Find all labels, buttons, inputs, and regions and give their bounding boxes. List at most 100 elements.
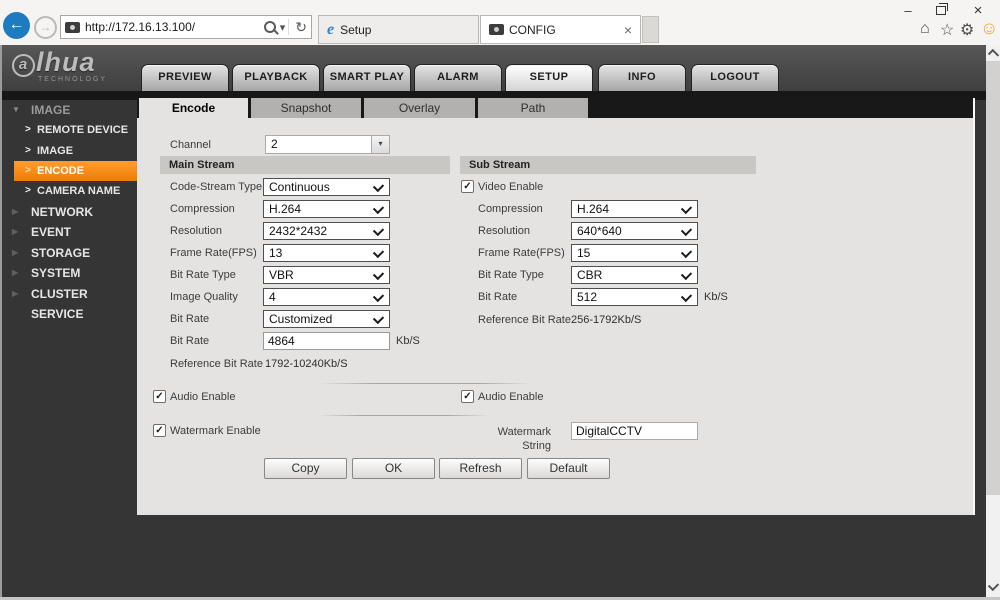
sidebar-label: STORAGE (31, 243, 90, 263)
refresh-icon[interactable]: ↻ (295, 19, 307, 36)
sidebar-item-image[interactable]: > IMAGE (0, 141, 137, 161)
encode-settings-panel: Encode Snapshot Overlay Path Channel 2 ▾… (137, 98, 975, 515)
audio-enable-sub-checkbox[interactable]: ✓ (461, 390, 474, 403)
sub-compression-select[interactable]: H.264 (571, 200, 698, 218)
sidebar-item-encode-selected[interactable]: > ENCODE (14, 161, 137, 181)
vertical-scrollbar[interactable] (986, 45, 1000, 597)
camera-favicon-icon (65, 22, 80, 33)
url-text[interactable]: http://172.16.13.100/ (85, 20, 260, 34)
sidebar-group-image[interactable]: ▼ IMAGE (0, 100, 137, 120)
sidebar-label: NETWORK (31, 202, 93, 222)
video-enable-checkbox[interactable]: ✓ (461, 180, 474, 193)
bit-rate-mode-select[interactable]: Customized (263, 310, 390, 328)
tab-snapshot[interactable]: Snapshot (251, 98, 361, 118)
nav-logout-button[interactable]: LOGOUT (691, 64, 779, 91)
channel-select[interactable]: 2 ▾ (265, 135, 390, 154)
chevron-down-icon (681, 225, 692, 236)
sub-frame-rate-select[interactable]: 15 (571, 244, 698, 262)
check-icon: ✓ (463, 391, 471, 402)
sidebar-group-cluster-service[interactable]: ▶ CLUSTER SERVICE (0, 284, 137, 304)
divider (320, 383, 532, 384)
chevron-down-icon (681, 269, 692, 280)
channel-label: Channel (170, 136, 211, 154)
code-stream-type-select[interactable]: Continuous (263, 178, 390, 196)
image-quality-label: Image Quality (170, 288, 238, 306)
chevron-down-icon (373, 225, 384, 236)
logo-tagline: TECHNOLOGY (38, 76, 107, 83)
favorites-star-icon[interactable]: ☆ (940, 20, 954, 40)
sidebar-group-system[interactable]: ▶ SYSTEM (0, 263, 137, 283)
resolution-select[interactable]: 2432*2432 (263, 222, 390, 240)
nav-info-button[interactable]: INFO (598, 64, 686, 91)
chevron-right-icon: > (25, 181, 31, 201)
window-minimize-button[interactable]: – (897, 3, 919, 19)
sub-bit-rate-unit: Kb/S (704, 288, 728, 306)
sub-reference-bit-rate-value: 256-1792Kb/S (571, 311, 641, 329)
triangle-right-icon: ▶ (12, 202, 18, 222)
chevron-right-icon: > (25, 161, 31, 181)
compression-select[interactable]: H.264 (263, 200, 390, 218)
triangle-right-icon: ▶ (12, 222, 18, 242)
sidebar-group-event[interactable]: ▶ EVENT (0, 222, 137, 242)
scroll-down-icon[interactable] (988, 580, 999, 591)
browser-forward-button[interactable]: → (34, 16, 57, 39)
browser-back-button[interactable]: ← (3, 12, 30, 39)
sidebar-label: CLUSTER SERVICE (31, 284, 137, 324)
image-quality-select[interactable]: 4 (263, 288, 390, 306)
watermark-string-input[interactable] (571, 422, 698, 440)
sub-bit-rate-type-select[interactable]: CBR (571, 266, 698, 284)
audio-enable-main-checkbox[interactable]: ✓ (153, 390, 166, 403)
tab-encode[interactable]: Encode (139, 98, 248, 118)
sub-resolution-select[interactable]: 640*640 (571, 222, 698, 240)
sidebar-item-camera-name[interactable]: > CAMERA NAME (0, 181, 137, 201)
sub-bit-rate-select[interactable]: 512 (571, 288, 698, 306)
scrollbar-thumb[interactable] (986, 61, 1000, 495)
watermark-enable-checkbox[interactable]: ✓ (153, 424, 166, 437)
frame-rate-select[interactable]: 13 (263, 244, 390, 262)
reference-bit-rate-value: 1792-10240Kb/S (265, 355, 348, 373)
new-tab-stub[interactable] (642, 16, 659, 43)
browser-tab-config[interactable]: CONFIG × (480, 15, 641, 44)
watermark-string-label: Watermark String (467, 425, 551, 439)
bit-rate-type-select[interactable]: VBR (263, 266, 390, 284)
dropdown-arrow-icon[interactable]: ▾ (371, 136, 389, 153)
window-edge (0, 45, 2, 597)
window-close-button[interactable]: × (967, 3, 989, 19)
content-tabstrip: Encode Snapshot Overlay Path (137, 98, 973, 118)
home-icon[interactable]: ⌂ (920, 20, 930, 38)
sidebar-group-storage[interactable]: ▶ STORAGE (0, 243, 137, 263)
reference-bit-rate-label: Reference Bit Rate (170, 355, 263, 373)
nav-preview-button[interactable]: PREVIEW (141, 64, 229, 91)
chevron-down-icon (681, 203, 692, 214)
bit-rate-input[interactable] (263, 332, 390, 350)
nav-playback-button[interactable]: PLAYBACK (232, 64, 320, 91)
settings-gear-icon[interactable]: ⚙ (960, 20, 974, 40)
address-bar[interactable]: http://172.16.13.100/ ▾ ↻ (60, 15, 312, 39)
default-button[interactable]: Default (527, 458, 610, 479)
chevron-down-icon (373, 313, 384, 324)
copy-button[interactable]: Copy (264, 458, 347, 479)
chevron-down-icon (681, 291, 692, 302)
window-restore-button[interactable] (936, 6, 946, 15)
nav-setup-button[interactable]: SETUP (505, 64, 593, 91)
browser-tab-label: CONFIG (509, 23, 556, 37)
channel-value: 2 (271, 137, 278, 151)
refresh-button[interactable]: Refresh (439, 458, 522, 479)
chevron-right-icon: > (25, 120, 31, 140)
feedback-smiley-icon[interactable]: ☺ (980, 18, 998, 39)
tab-overlay[interactable]: Overlay (364, 98, 475, 118)
nav-alarm-button[interactable]: ALARM (414, 64, 502, 91)
bit-rate-type-label: Bit Rate Type (170, 266, 236, 284)
search-dropdown-icon[interactable]: ▾ (280, 21, 286, 34)
nav-smart-play-button[interactable]: SMART PLAY (323, 64, 411, 91)
scroll-up-icon[interactable] (988, 49, 999, 60)
ok-button[interactable]: OK (352, 458, 435, 479)
sidebar-item-remote-device[interactable]: > REMOTE DEVICE (0, 120, 137, 140)
check-icon: ✓ (463, 181, 471, 192)
browser-tab-setup[interactable]: e Setup (318, 15, 479, 44)
select-value: CBR (577, 268, 602, 282)
sidebar-group-network[interactable]: ▶ NETWORK (0, 202, 137, 222)
tab-close-icon[interactable]: × (624, 23, 632, 37)
tab-path[interactable]: Path (478, 98, 588, 118)
search-icon[interactable] (264, 21, 276, 33)
